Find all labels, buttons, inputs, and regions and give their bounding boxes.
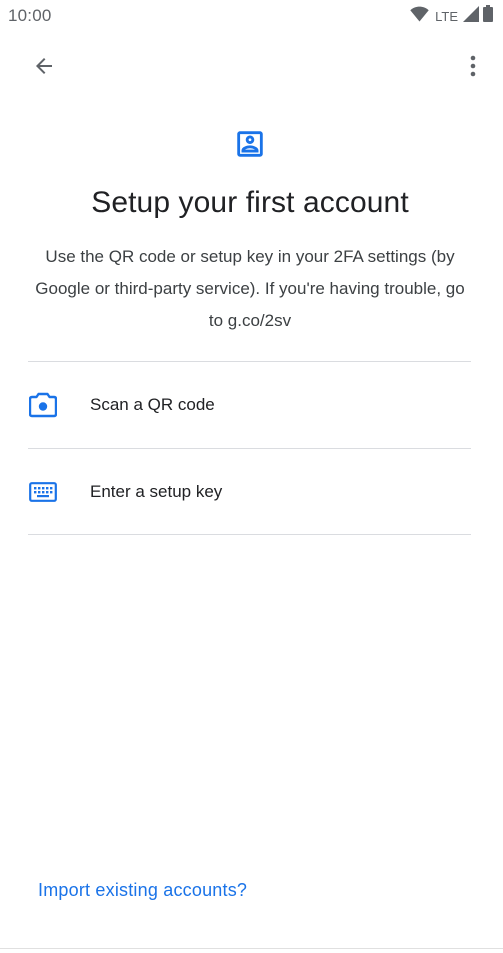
keyboard-icon (28, 477, 58, 507)
scan-qr-code-option[interactable]: Scan a QR code (28, 362, 471, 448)
enter-setup-key-option[interactable]: Enter a setup key (28, 449, 471, 535)
status-icons: LTE (410, 5, 493, 27)
navigation-bar-edge (0, 948, 503, 949)
cell-signal-icon (463, 5, 479, 27)
divider (28, 534, 471, 535)
enter-setup-key-label: Enter a setup key (90, 482, 223, 501)
account-box-icon (231, 126, 269, 162)
camera-icon (28, 390, 58, 420)
wifi-icon (410, 6, 429, 27)
network-type-label: LTE (435, 8, 458, 24)
page-description: Use the QR code or setup key in your 2FA… (35, 247, 465, 330)
arrow-back-icon (32, 54, 56, 83)
status-bar: 10:00 LTE (0, 0, 503, 32)
more-options-button[interactable] (456, 48, 490, 88)
battery-icon (483, 5, 493, 27)
status-time: 10:00 (8, 6, 52, 25)
app-screen: 10:00 LTE Setup your first account Use t… (0, 0, 503, 953)
import-existing-accounts-link[interactable]: Import existing accounts? (38, 880, 247, 901)
more-vert-icon (469, 55, 477, 82)
page-title: Setup your first account (91, 186, 409, 219)
back-button[interactable] (24, 48, 64, 88)
scan-qr-code-label: Scan a QR code (90, 395, 215, 414)
